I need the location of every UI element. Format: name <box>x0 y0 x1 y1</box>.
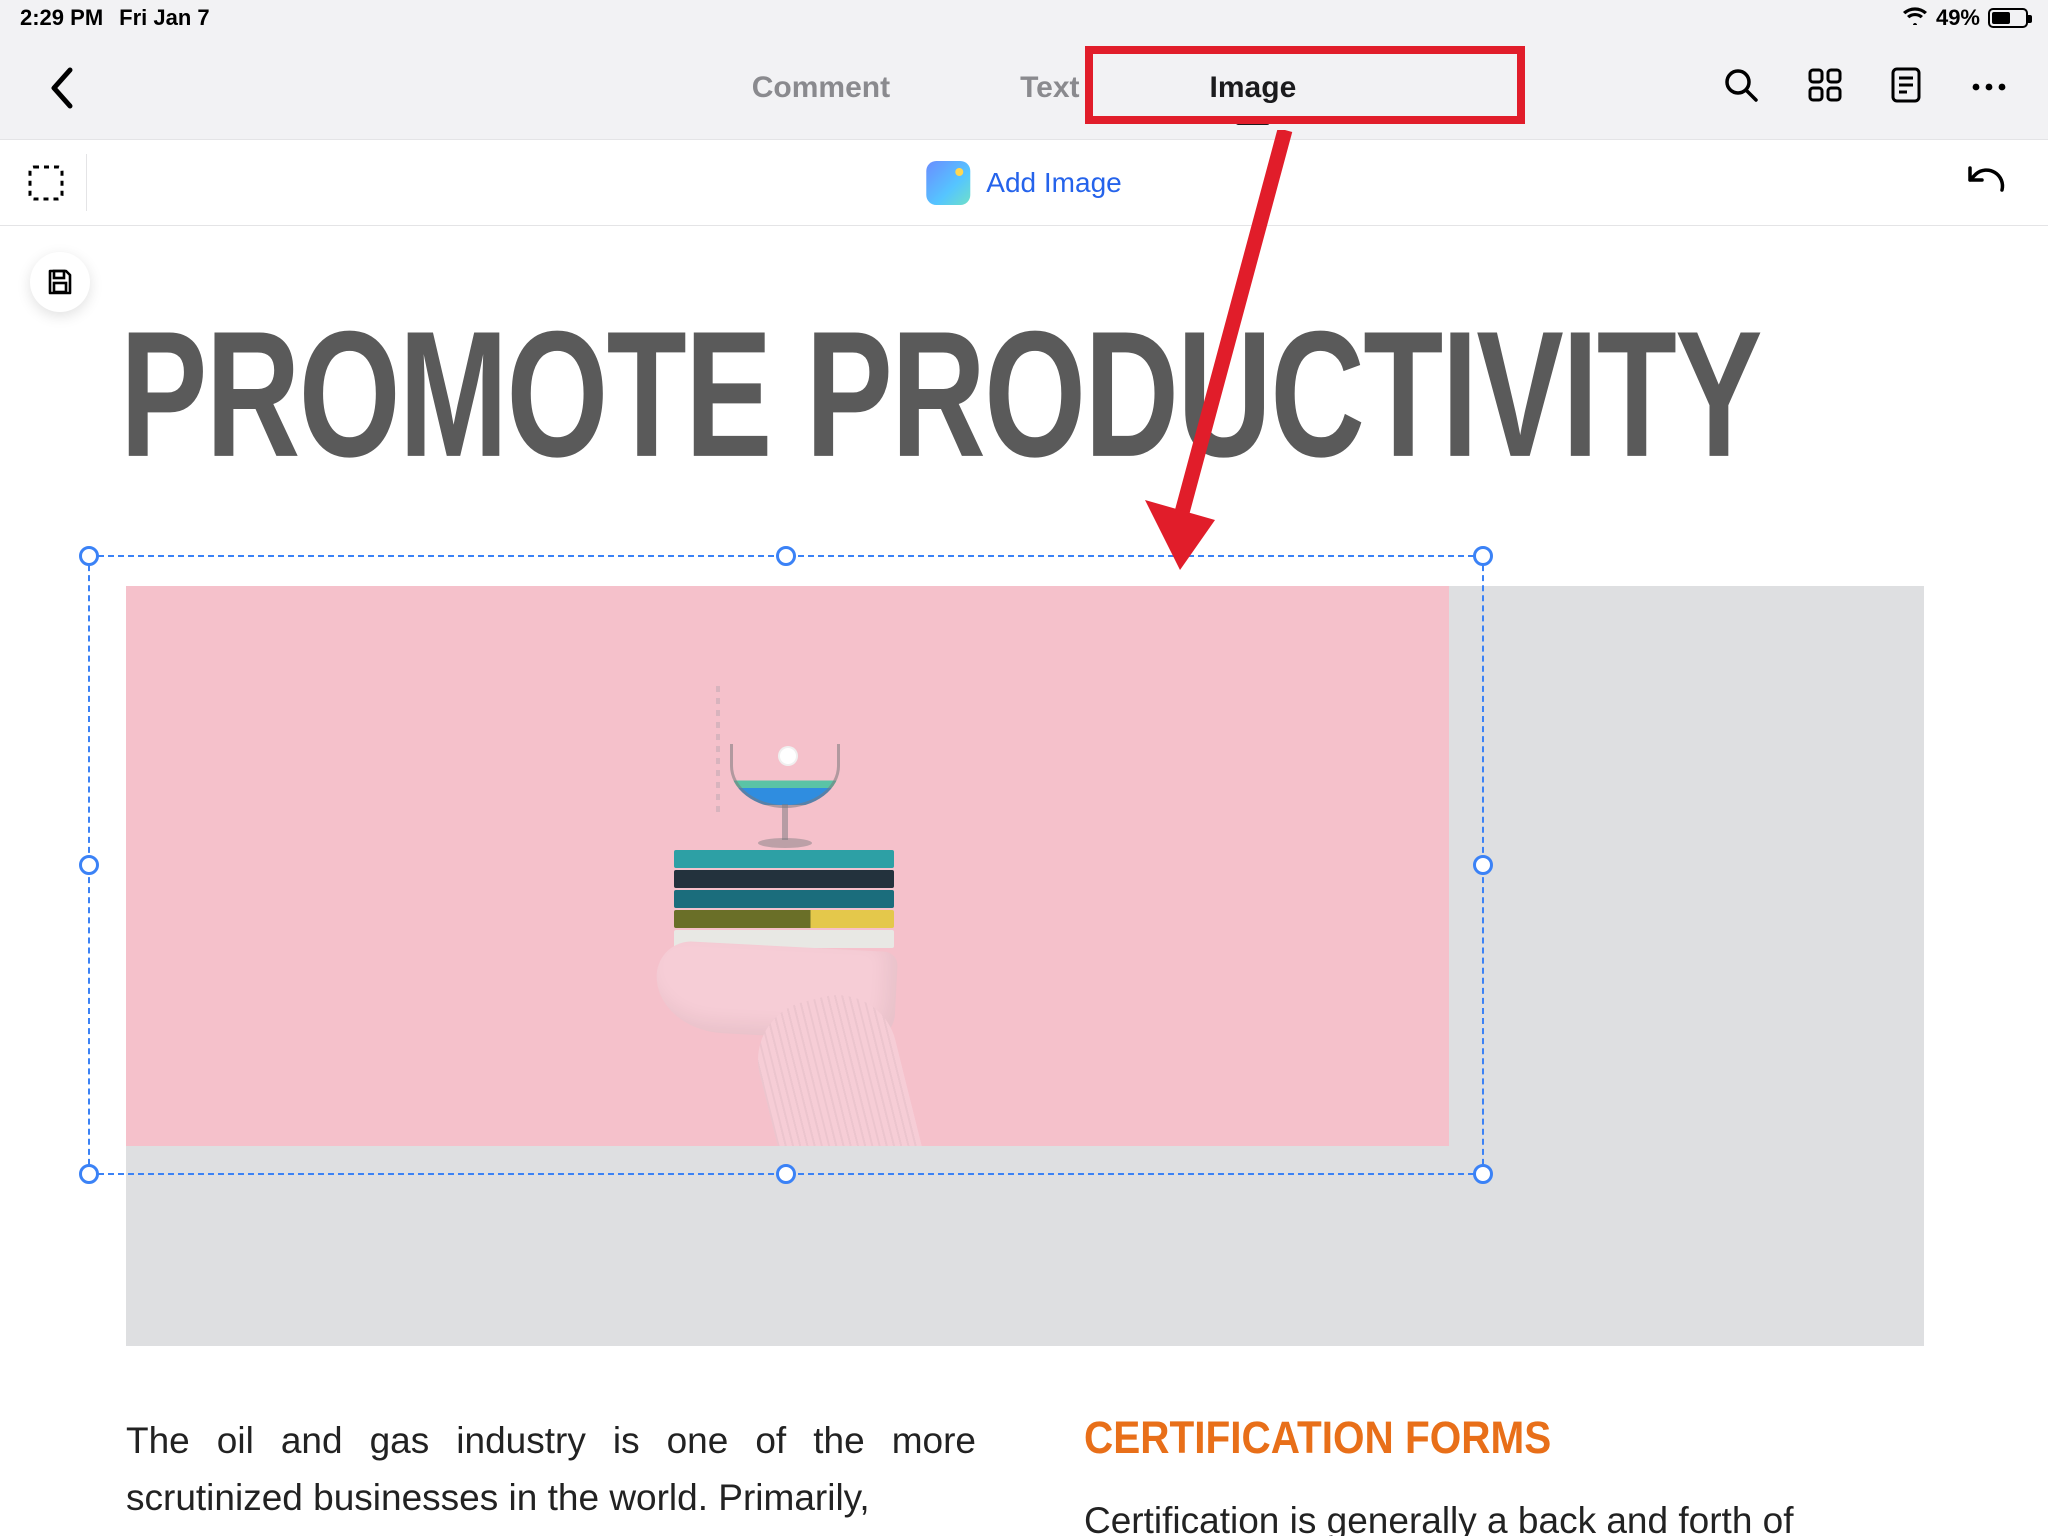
tab-text[interactable]: Text <box>1020 71 1079 105</box>
section-heading-right: CERTIFICATION FORMS <box>1084 1412 1551 1464</box>
sub-toolbar: Add Image <box>0 140 2048 226</box>
resize-handle-tm[interactable] <box>776 546 796 566</box>
resize-handle-tl[interactable] <box>79 546 99 566</box>
resize-handle-tr[interactable] <box>1473 546 1493 566</box>
search-icon[interactable] <box>1722 66 1760 109</box>
add-image-button[interactable]: Add Image <box>926 161 1121 205</box>
more-icon[interactable] <box>1970 79 2008 97</box>
resize-handle-br[interactable] <box>1473 1164 1493 1184</box>
battery-icon <box>1988 8 2028 28</box>
body-text-left: The oil and gas industry is one of the m… <box>126 1412 976 1527</box>
top-toolbar: Comment Text Image <box>0 36 2048 140</box>
undo-button[interactable] <box>1966 162 2008 203</box>
tab-image-label: Image <box>1210 71 1297 104</box>
wifi-icon <box>1902 5 1928 31</box>
document-canvas[interactable]: PROMOTE PRODUCTIVITY The oil and gas ind… <box>0 226 2048 1536</box>
resize-handle-bm[interactable] <box>776 1164 796 1184</box>
page-icon[interactable] <box>1890 66 1922 109</box>
save-button[interactable] <box>30 252 90 312</box>
add-image-label: Add Image <box>986 167 1121 199</box>
status-bar: 2:29 PM Fri Jan 7 49% <box>0 0 2048 36</box>
tab-active-underline <box>1236 120 1270 125</box>
resize-handle-mr[interactable] <box>1473 855 1493 875</box>
body-text-right: Certification is generally a back and fo… <box>1084 1492 1924 1536</box>
toolbar-divider <box>86 154 87 211</box>
tab-image[interactable]: Image <box>1210 71 1297 105</box>
battery-percent: 49% <box>1936 5 1980 31</box>
status-time: 2:29 PM <box>20 5 103 31</box>
status-date: Fri Jan 7 <box>119 5 209 31</box>
marquee-select-button[interactable] <box>26 163 66 203</box>
back-button[interactable] <box>48 66 78 110</box>
resize-handle-ml[interactable] <box>79 855 99 875</box>
grid-icon[interactable] <box>1808 68 1842 107</box>
document-title: PROMOTE PRODUCTIVITY <box>120 293 1761 499</box>
resize-handle-bl[interactable] <box>79 1164 99 1184</box>
tab-comment[interactable]: Comment <box>752 71 890 105</box>
image-selection-frame[interactable] <box>88 555 1484 1175</box>
add-image-icon <box>926 161 970 205</box>
